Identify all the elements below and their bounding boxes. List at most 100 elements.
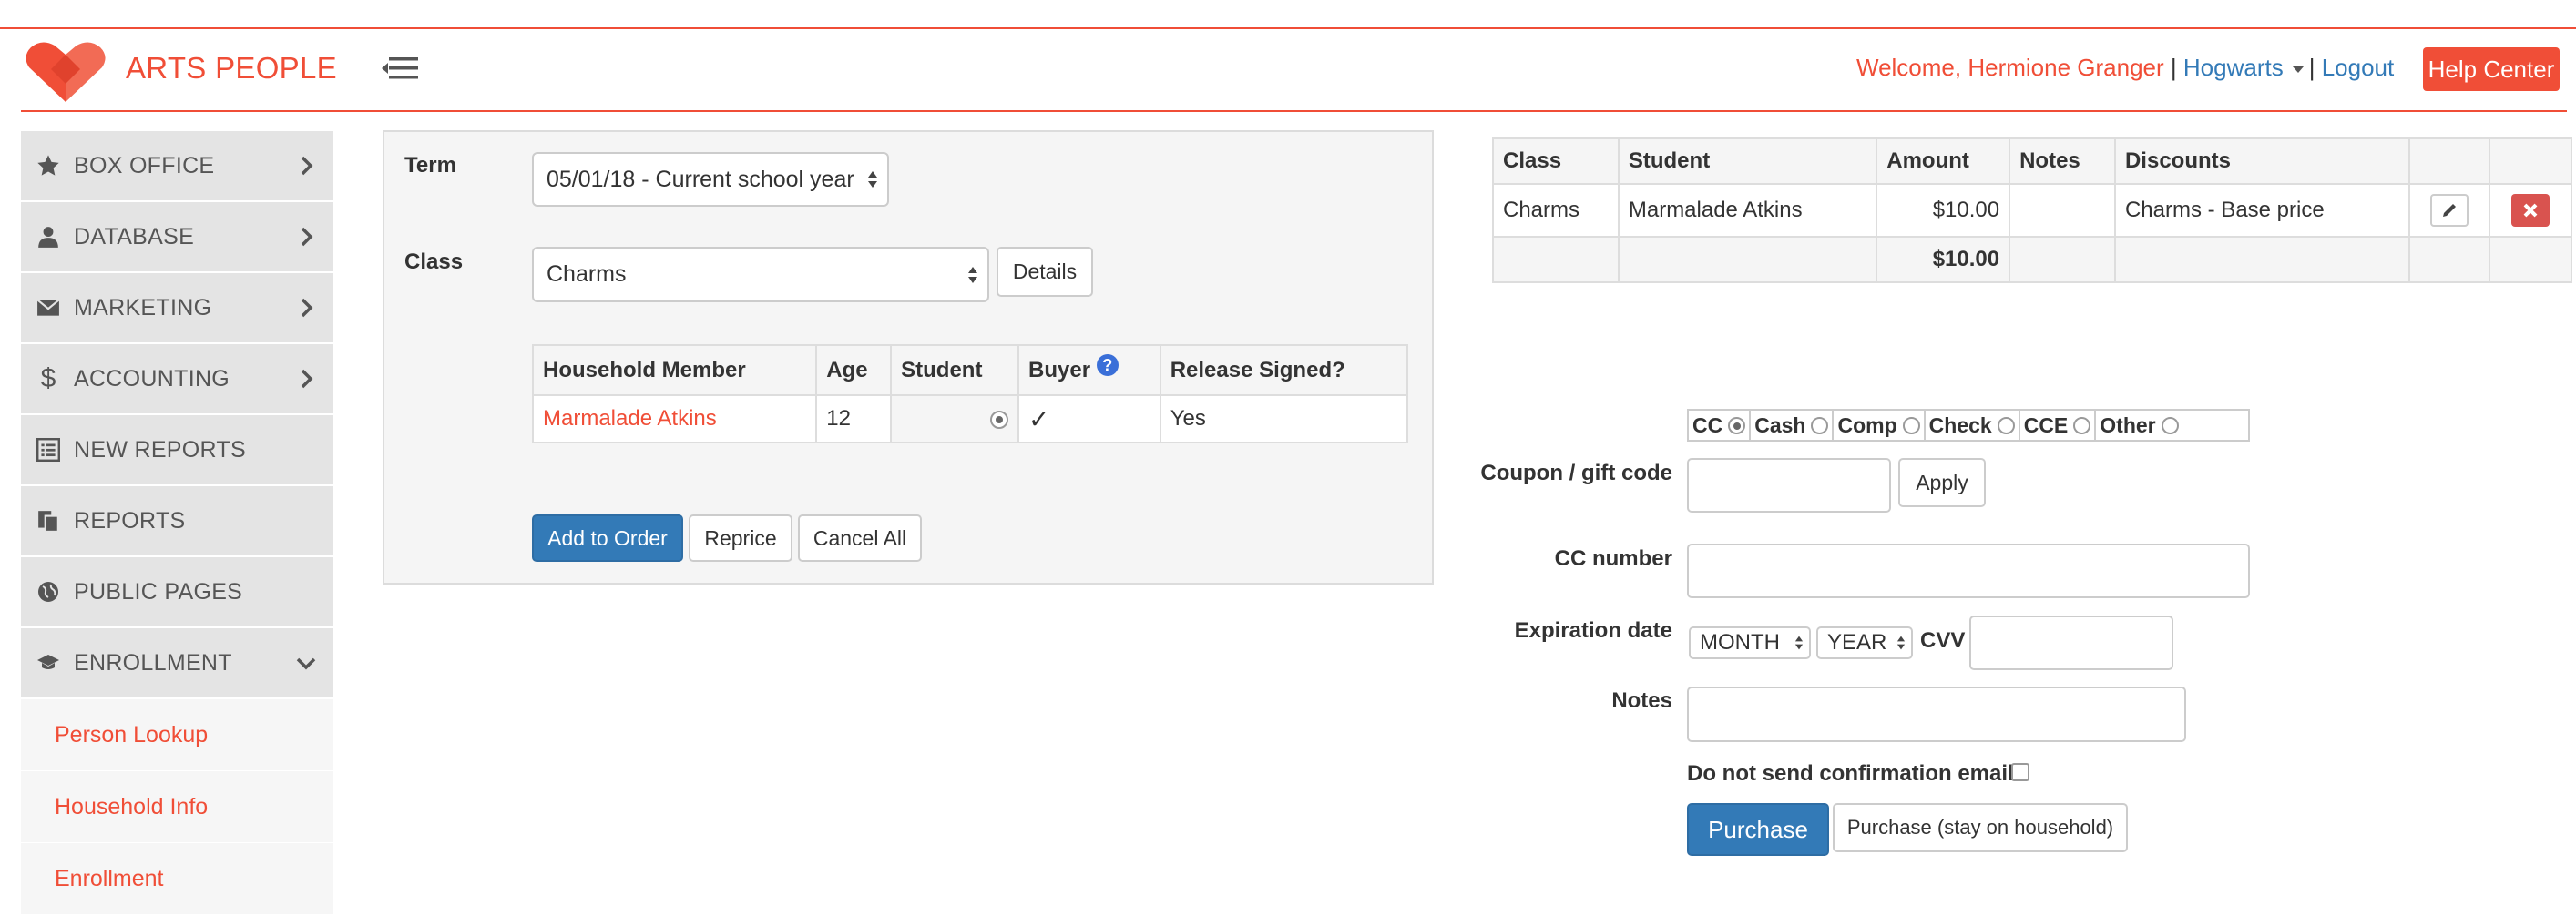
graduation-cap-icon bbox=[34, 648, 63, 677]
documents-icon bbox=[34, 506, 63, 535]
add-to-order-button[interactable]: Add to Order bbox=[532, 514, 683, 562]
student-cell bbox=[890, 394, 1019, 443]
radio[interactable] bbox=[1997, 416, 2015, 434]
no-confirmation-email-checkbox[interactable] bbox=[2011, 763, 2029, 781]
updown-arrows-icon bbox=[868, 171, 877, 188]
sidebar-item-database[interactable]: DATABASE bbox=[21, 202, 333, 273]
list-icon bbox=[34, 435, 63, 464]
purchase-stay-on-household-button[interactable]: Purchase (stay on household) bbox=[1833, 803, 2128, 852]
term-label: Term bbox=[404, 153, 456, 178]
payment-option-label: CCE bbox=[2023, 412, 2069, 437]
pencil-icon bbox=[2443, 204, 2457, 217]
column-header: Release Signed? bbox=[1159, 344, 1409, 396]
sidebar-item-new-reports[interactable]: NEW REPORTS bbox=[21, 415, 333, 486]
sidebar-item-accounting[interactable]: $ ACCOUNTING bbox=[21, 344, 333, 415]
reprice-button[interactable]: Reprice bbox=[689, 514, 792, 562]
delete-button[interactable] bbox=[2511, 194, 2550, 227]
column-header-label: Buyer bbox=[1028, 357, 1091, 382]
arts-people-logo-icon[interactable] bbox=[24, 40, 107, 104]
cc-number-input[interactable] bbox=[1687, 544, 2250, 598]
payment-option-cc[interactable]: CC bbox=[1689, 411, 1752, 440]
expiration-month-select[interactable]: MONTH bbox=[1689, 626, 1811, 659]
apply-coupon-button[interactable]: Apply bbox=[1898, 458, 1986, 507]
user-icon bbox=[34, 222, 63, 251]
payment-option-label: Cash bbox=[1754, 412, 1806, 437]
payment-option-cash[interactable]: Cash bbox=[1751, 411, 1835, 440]
cvv-label: CVV bbox=[1920, 628, 1966, 653]
updown-arrows-icon bbox=[968, 266, 977, 283]
purchase-button[interactable]: Purchase bbox=[1687, 803, 1829, 856]
column-header: Buyer ? bbox=[1017, 344, 1161, 396]
help-question-icon[interactable]: ? bbox=[1096, 353, 1119, 376]
column-header: Discounts bbox=[2113, 137, 2411, 185]
payment-option-label: CC bbox=[1692, 412, 1723, 437]
column-header: Amount bbox=[1876, 137, 2011, 185]
radio[interactable] bbox=[2073, 416, 2091, 434]
class-label: Class bbox=[404, 249, 464, 274]
logout-link[interactable]: Logout bbox=[2322, 54, 2395, 81]
student-cell: Marmalade Atkins bbox=[1617, 183, 1878, 238]
expiration-year-select[interactable]: YEAR bbox=[1816, 626, 1913, 659]
sidebar-item-label: NEW REPORTS bbox=[74, 436, 246, 463]
chevron-down-icon[interactable] bbox=[2292, 66, 2304, 73]
sidebar-item-enrollment[interactable]: ENROLLMENT bbox=[21, 628, 333, 699]
radio[interactable] bbox=[1811, 416, 1829, 434]
help-center-button[interactable]: Help Center bbox=[2423, 47, 2560, 91]
coupon-input[interactable] bbox=[1687, 458, 1891, 513]
brand-name[interactable]: ARTS PEOPLE bbox=[126, 51, 337, 86]
header-divider bbox=[21, 110, 2567, 112]
payment-option-comp[interactable]: Comp bbox=[1834, 411, 1926, 440]
class-select[interactable]: Charms bbox=[532, 247, 989, 302]
payment-option-other[interactable]: Other bbox=[2096, 411, 2182, 440]
chevron-right-icon bbox=[301, 369, 313, 389]
chevron-right-icon bbox=[301, 156, 313, 176]
notes-cell bbox=[2009, 183, 2116, 238]
sidebar-item-marketing[interactable]: MARKETING bbox=[21, 273, 333, 344]
sidebar-item-reports[interactable]: REPORTS bbox=[21, 486, 333, 557]
org-switcher-link[interactable]: Hogwarts bbox=[2183, 54, 2284, 81]
sidebar-item-label: DATABASE bbox=[74, 223, 195, 249]
column-header: Age bbox=[815, 344, 893, 396]
globe-icon bbox=[34, 577, 63, 606]
sidebar-item-box-office[interactable]: BOX OFFICE bbox=[21, 131, 333, 202]
column-header: Student bbox=[1617, 137, 1878, 185]
table-row: Marmalade Atkins 12 ✓ Yes bbox=[531, 394, 1409, 443]
separator: | bbox=[2308, 54, 2315, 81]
buyer-cell: ✓ bbox=[1017, 394, 1161, 443]
star-icon bbox=[34, 151, 63, 180]
sidebar-item-label: BOX OFFICE bbox=[74, 152, 215, 178]
radio[interactable] bbox=[1902, 416, 1920, 434]
envelope-icon bbox=[34, 293, 63, 322]
household-member-link[interactable]: Marmalade Atkins bbox=[531, 394, 818, 443]
payment-option-check[interactable]: Check bbox=[1926, 411, 2020, 440]
close-icon bbox=[2523, 203, 2538, 218]
edit-pencil-button[interactable] bbox=[2430, 194, 2469, 227]
class-select-value: Charms bbox=[547, 261, 627, 287]
sidebar-subitem-enrollment[interactable]: Enrollment bbox=[21, 843, 333, 915]
sidebar-item-label: PUBLIC PAGES bbox=[74, 578, 243, 605]
class-cell: Charms bbox=[1492, 183, 1620, 238]
column-header: Class bbox=[1492, 137, 1620, 185]
sidebar-subitem-person-lookup[interactable]: Person Lookup bbox=[21, 699, 333, 771]
dollar-icon: $ bbox=[40, 363, 56, 393]
user-nav: Welcome, Hermione Granger | Hogwarts | Lo… bbox=[1856, 54, 2394, 82]
sidebar-item-label: REPORTS bbox=[74, 507, 186, 534]
cancel-all-button[interactable]: Cancel All bbox=[798, 514, 922, 562]
chevron-right-icon bbox=[301, 227, 313, 247]
cvv-input[interactable] bbox=[1969, 616, 2173, 670]
payment-option-cce[interactable]: CCE bbox=[2020, 411, 2097, 440]
sidebar-item-public-pages[interactable]: PUBLIC PAGES bbox=[21, 557, 333, 628]
delete-cell bbox=[2489, 183, 2572, 238]
checkmark-icon[interactable]: ✓ bbox=[1028, 405, 1049, 433]
term-select[interactable]: 05/01/18 - Current school year bbox=[532, 152, 889, 207]
radio-selected[interactable] bbox=[1728, 416, 1746, 434]
student-radio[interactable] bbox=[990, 410, 1008, 429]
radio[interactable] bbox=[2161, 416, 2179, 434]
notes-input[interactable] bbox=[1687, 687, 2186, 742]
release-signed-cell: Yes bbox=[1159, 394, 1409, 443]
menu-collapse-icon[interactable] bbox=[380, 55, 420, 82]
details-button[interactable]: Details bbox=[997, 247, 1093, 297]
payment-method-selector: CC Cash Comp Check CCE Other bbox=[1687, 409, 2250, 442]
household-table: Household Member Age Student Buyer ? Rel… bbox=[531, 344, 1409, 443]
sidebar-subitem-household-info[interactable]: Household Info bbox=[21, 771, 333, 843]
